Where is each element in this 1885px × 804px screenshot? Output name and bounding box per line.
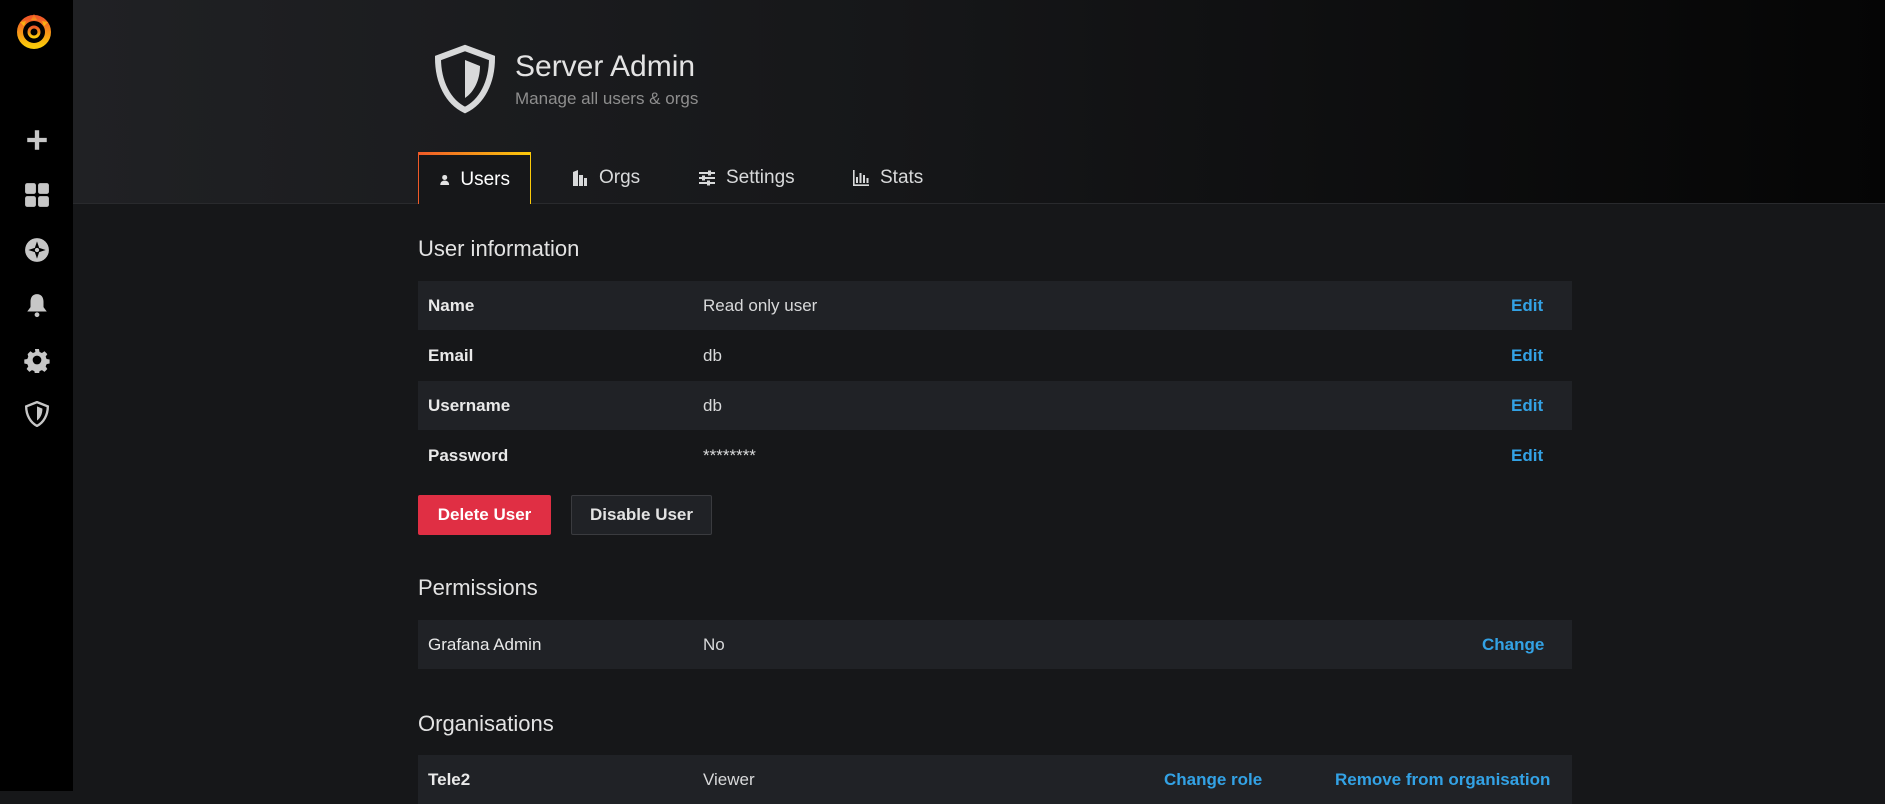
alerting-menu-item[interactable] (0, 281, 73, 329)
tab-users[interactable]: Users (418, 152, 531, 204)
page-title: Server Admin (515, 50, 696, 83)
shield-icon (24, 401, 49, 427)
permissions-heading: Permissions (418, 575, 538, 600)
sliders-icon (699, 170, 715, 186)
user-information-heading: User information (418, 236, 580, 261)
tab-settings[interactable]: Settings (678, 152, 815, 204)
configuration-menu-item[interactable] (0, 336, 73, 384)
organisation-row: Tele2 Viewer Change role Remove from org… (418, 755, 1572, 804)
field-label: Username (428, 395, 511, 415)
side-menu (0, 0, 73, 791)
create-menu-item[interactable] (0, 116, 73, 164)
tab-label: Users (460, 168, 510, 190)
permissions-row: Grafana Admin No Change (418, 620, 1572, 669)
plus-icon (26, 130, 47, 150)
dashboards-grid-icon (24, 183, 49, 207)
change-permission-link[interactable]: Change (1482, 635, 1544, 655)
tab-label: Settings (726, 167, 795, 188)
edit-name-link[interactable]: Edit (1511, 296, 1543, 316)
delete-user-button[interactable]: Delete User (418, 495, 551, 535)
user-info-row-email: Email db Edit (418, 331, 1572, 380)
user-icon (440, 174, 450, 185)
change-role-link[interactable]: Change role (1164, 770, 1262, 790)
disable-user-button[interactable]: Disable User (571, 495, 712, 535)
organisation-name: Tele2 (428, 769, 471, 789)
explore-menu-item[interactable] (0, 226, 73, 274)
field-label: Password (428, 445, 509, 465)
grafana-logo-icon[interactable] (14, 10, 54, 50)
page-header (73, 0, 1885, 204)
user-info-row-password: Password ******** Edit (418, 431, 1572, 480)
field-value: Read only user (703, 295, 818, 315)
edit-email-link[interactable]: Edit (1511, 346, 1543, 366)
dashboards-menu-item[interactable] (0, 171, 73, 219)
bell-icon (26, 294, 47, 318)
organisations-heading: Organisations (418, 711, 554, 736)
tab-label: Stats (880, 167, 924, 188)
field-label: Email (428, 345, 474, 365)
field-label: Name (428, 295, 475, 315)
shield-icon (434, 44, 496, 114)
tab-orgs[interactable]: Orgs (551, 152, 660, 204)
edit-password-link[interactable]: Edit (1511, 446, 1543, 466)
tab-label: Orgs (599, 167, 641, 188)
permission-label: Grafana Admin (428, 634, 542, 654)
bar-chart-icon (853, 170, 869, 186)
user-info-row-username: Username db Edit (418, 381, 1572, 430)
building-icon (573, 170, 587, 186)
organisation-role: Viewer (703, 769, 755, 789)
gear-icon (23, 348, 50, 373)
edit-username-link[interactable]: Edit (1511, 396, 1543, 416)
field-value: ******** (703, 445, 756, 465)
field-value: db (703, 345, 722, 365)
page-subtitle: Manage all users & orgs (515, 89, 699, 108)
remove-from-organisation-link[interactable]: Remove from organisation (1335, 770, 1550, 790)
permission-value: No (703, 634, 725, 654)
field-value: db (703, 395, 722, 415)
tab-stats[interactable]: Stats (832, 152, 943, 204)
server-admin-menu-item[interactable] (0, 390, 73, 438)
user-info-row-name: Name Read only user Edit (418, 281, 1572, 330)
explore-compass-icon (24, 238, 49, 262)
